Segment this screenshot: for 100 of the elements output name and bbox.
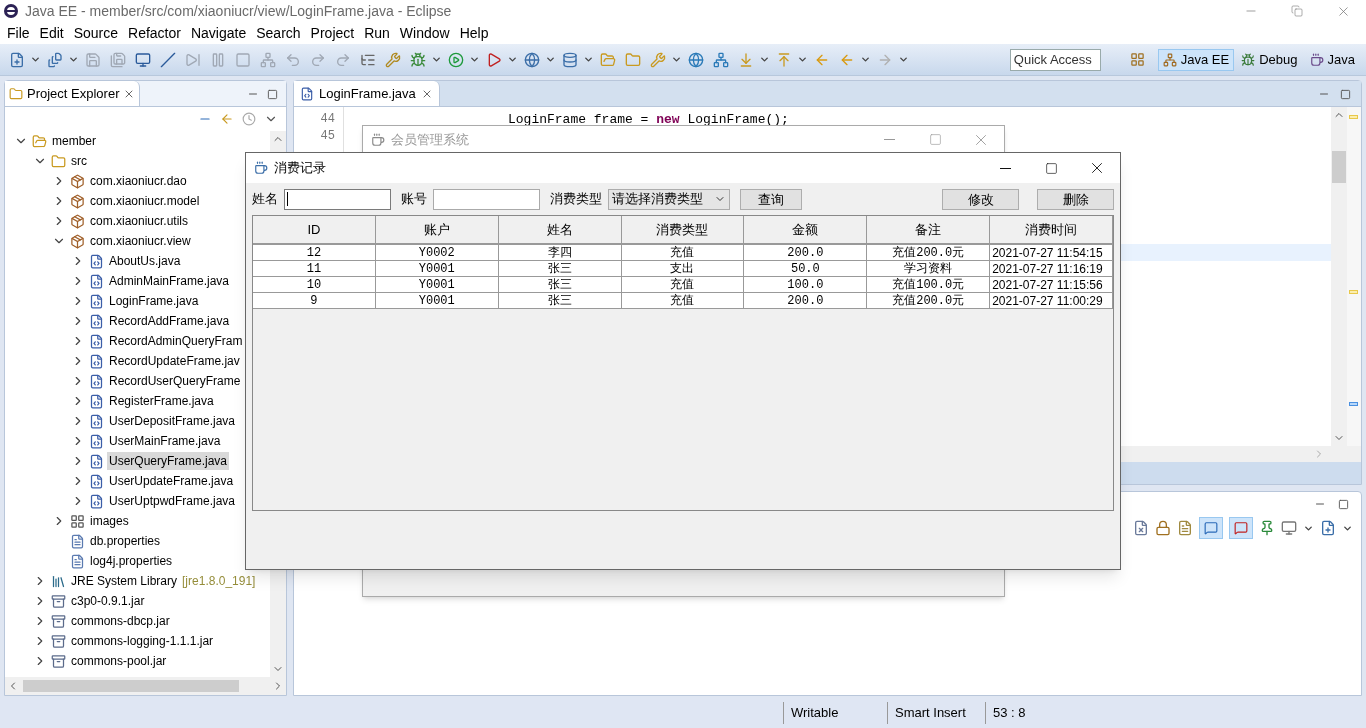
- tree-item[interactable]: commons-logging-1.1.1.jar: [69, 632, 216, 650]
- editor-tab[interactable]: LoginFrame.java: [294, 81, 440, 106]
- menu-item[interactable]: Project: [305, 22, 360, 44]
- column-header[interactable]: 消费类型: [621, 216, 745, 245]
- tree-item[interactable]: com.xiaoniucr.dao: [88, 172, 189, 190]
- bug-icon[interactable]: [410, 51, 426, 68]
- maximize-icon[interactable]: [1338, 498, 1349, 510]
- tree-item[interactable]: UserQueryFrame.java: [107, 452, 230, 470]
- perspective-button[interactable]: Debug: [1236, 48, 1303, 71]
- tree-item[interactable]: member: [50, 132, 98, 150]
- caret-icon[interactable]: [583, 54, 594, 65]
- eclipse-logo-icon: [3, 3, 19, 19]
- tree-item[interactable]: UserUpdateFrame.java: [107, 472, 236, 490]
- maximize-icon[interactable]: [267, 88, 278, 100]
- menu-item[interactable]: Search: [251, 22, 306, 44]
- table-cell: 9: [253, 293, 376, 309]
- caret-icon[interactable]: [507, 54, 518, 65]
- display-console-icon[interactable]: [1281, 520, 1297, 536]
- caret-icon[interactable]: [30, 54, 41, 65]
- tree-item[interactable]: RegisterFrame.java: [107, 392, 216, 410]
- run-icon[interactable]: [448, 51, 464, 68]
- column-header[interactable]: 姓名: [498, 216, 622, 245]
- document-icon: [70, 533, 85, 549]
- menu-item[interactable]: Edit: [34, 22, 69, 44]
- tree-item[interactable]: com.xiaoniucr.view: [88, 232, 193, 250]
- caret-icon[interactable]: [860, 54, 871, 65]
- column-header[interactable]: 消费时间: [990, 216, 1113, 245]
- project-explorer-tab[interactable]: Project Explorer: [5, 81, 141, 106]
- tree-item[interactable]: com.xiaoniucr.utils: [88, 212, 191, 230]
- folder-icon: [32, 133, 47, 149]
- tree-item[interactable]: db.properties: [88, 532, 163, 550]
- tree-item[interactable]: UserUptpwdFrame.java: [107, 492, 238, 510]
- quick-access-field[interactable]: Quick Access: [1009, 48, 1101, 71]
- caret-icon[interactable]: [898, 54, 909, 65]
- tree-item[interactable]: RecordAdminQueryFram: [107, 332, 245, 350]
- tree-item[interactable]: c3p0-0.9.1.jar: [69, 592, 147, 610]
- show-output-button[interactable]: [1199, 517, 1223, 539]
- tree-item[interactable]: RecordUserQueryFrame: [107, 372, 243, 390]
- caret-icon[interactable]: [545, 54, 556, 65]
- vertical-scrollbar[interactable]: [1331, 107, 1347, 446]
- caret-icon[interactable]: [759, 54, 770, 65]
- server-icon[interactable]: [562, 51, 578, 68]
- perspective-button[interactable]: Java EE: [1157, 48, 1235, 71]
- tree-item[interactable]: LoginFrame.java: [107, 292, 201, 310]
- column-header[interactable]: 金额: [744, 216, 868, 245]
- horizontal-scrollbar[interactable]: [5, 677, 286, 695]
- tree-item[interactable]: log4j.properties: [88, 552, 175, 570]
- perspective-button[interactable]: Java: [1304, 48, 1360, 71]
- tree-item[interactable]: src: [69, 152, 89, 170]
- column-header[interactable]: 账户: [375, 216, 499, 245]
- tree-item[interactable]: com.xiaoniucr.model: [88, 192, 202, 210]
- table-cell: 200.0: [744, 293, 868, 309]
- text-field[interactable]: [433, 188, 540, 210]
- run-external-icon[interactable]: [486, 51, 502, 68]
- menu-item[interactable]: Window: [394, 22, 455, 44]
- caret-icon[interactable]: [797, 54, 808, 65]
- scrollbar-thumb[interactable]: [1332, 151, 1346, 183]
- text-cursor: [287, 192, 288, 206]
- tree-item[interactable]: commons-dbcp.jar: [69, 612, 172, 630]
- new-console-icon[interactable]: [1320, 520, 1336, 536]
- menu-item[interactable]: Refactor: [123, 22, 186, 44]
- file-icon: [89, 373, 104, 389]
- type-dropdown[interactable]: 请选择消费类型: [608, 188, 730, 210]
- action-button[interactable]: 删除: [1037, 188, 1114, 210]
- tree-item[interactable]: images: [88, 512, 131, 530]
- tree-item[interactable]: RecordUpdateFrame.jav: [107, 352, 242, 370]
- tree-item[interactable]: UserDepositFrame.java: [107, 412, 238, 430]
- caret-icon[interactable]: [469, 54, 480, 65]
- text-field[interactable]: [284, 188, 391, 210]
- tool-icon[interactable]: [385, 51, 401, 68]
- column-header[interactable]: ID: [253, 216, 376, 245]
- show-error-button[interactable]: [1229, 517, 1253, 539]
- menu-item[interactable]: Help: [454, 22, 494, 44]
- caret-icon[interactable]: [68, 54, 79, 65]
- caret-icon[interactable]: [431, 54, 442, 65]
- maximize-icon[interactable]: [1340, 88, 1351, 100]
- tree-item[interactable]: UserMainFrame.java: [107, 432, 223, 450]
- column-header[interactable]: 备注: [867, 216, 991, 245]
- globe-icon[interactable]: [524, 51, 540, 68]
- menu-item[interactable]: Navigate: [185, 22, 252, 44]
- tree-item[interactable]: commons-pool.jar: [69, 652, 169, 670]
- menu-item[interactable]: Source: [68, 22, 124, 44]
- query-button[interactable]: 查询: [740, 188, 802, 210]
- tree-item[interactable]: AboutUs.java: [107, 252, 183, 270]
- scroll-lock-icon[interactable]: [1155, 520, 1171, 536]
- monitor-icon[interactable]: [135, 51, 151, 68]
- archive-icon: [51, 613, 66, 629]
- tree-item[interactable]: JRE System Library: [69, 572, 180, 590]
- action-button[interactable]: 修改: [942, 188, 1019, 210]
- tree-item[interactable]: AdminMainFrame.java: [107, 272, 232, 290]
- new-document-icon[interactable]: [47, 51, 63, 68]
- web-icon[interactable]: [688, 51, 704, 68]
- caret-icon[interactable]: [671, 54, 682, 65]
- tree-item[interactable]: RecordAddFrame.java: [107, 312, 232, 330]
- new-file-icon[interactable]: [9, 51, 25, 68]
- menu-item[interactable]: File: [2, 22, 35, 44]
- scrollbar-thumb[interactable]: [23, 680, 239, 692]
- file-icon: [89, 333, 104, 349]
- pin-icon[interactable]: [1259, 520, 1275, 536]
- menu-item[interactable]: Run: [359, 22, 395, 44]
